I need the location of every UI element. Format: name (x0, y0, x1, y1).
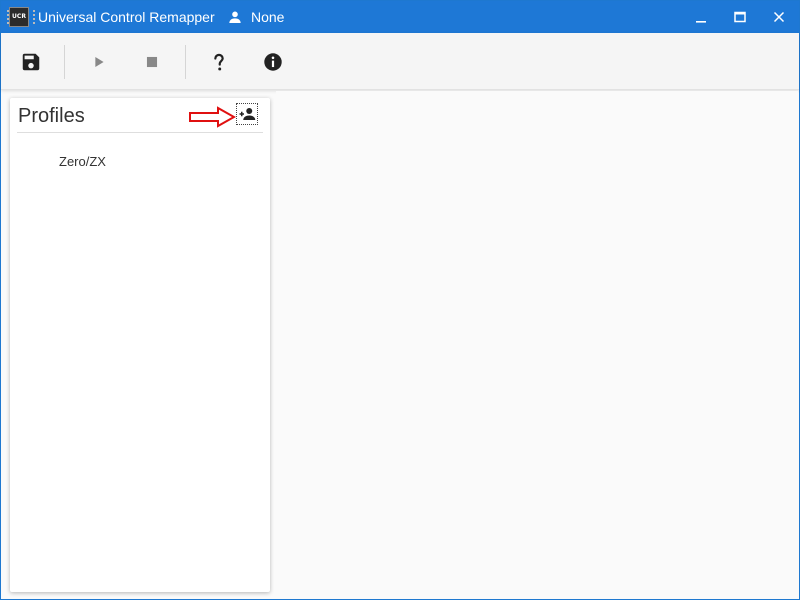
play-icon (95, 56, 104, 68)
play-button[interactable] (79, 43, 119, 81)
help-icon (214, 53, 224, 71)
annotation-arrow-icon (189, 106, 236, 128)
close-button[interactable] (759, 1, 799, 33)
save-button[interactable] (11, 43, 51, 81)
panel-divider (17, 132, 263, 133)
active-profile-indicator: None (227, 7, 284, 27)
maximize-icon (734, 11, 746, 23)
toolbar-separator (64, 45, 65, 79)
save-icon (22, 53, 40, 71)
info-icon (264, 53, 282, 71)
app-window: UCR Universal Control Remapper None Prof… (0, 0, 800, 600)
info-button[interactable] (253, 43, 293, 81)
active-profile-name: None (251, 9, 285, 25)
person-icon (229, 11, 241, 23)
main-content-area (276, 91, 798, 599)
help-button[interactable] (199, 43, 239, 81)
app-logo-text: UCR (12, 13, 26, 20)
profiles-title: Profiles (18, 105, 85, 127)
toolbar-separator (185, 45, 186, 79)
profile-list: Zero/ZX (10, 150, 270, 174)
minimize-button[interactable] (681, 1, 721, 33)
stop-icon (146, 56, 158, 68)
close-icon (773, 11, 785, 23)
minimize-icon (696, 21, 706, 23)
profiles-panel: Profiles Zero/ZX (10, 98, 270, 592)
profile-list-item[interactable]: Zero/ZX (10, 150, 270, 174)
app-logo-icon: UCR (7, 7, 35, 27)
maximize-button[interactable] (720, 1, 760, 33)
window-title: Universal Control Remapper (38, 9, 215, 25)
toolbar (1, 33, 799, 90)
stop-button[interactable] (132, 43, 172, 81)
add-profile-button[interactable] (236, 103, 258, 125)
title-bar[interactable]: UCR Universal Control Remapper None (1, 1, 799, 33)
add-person-icon (239, 108, 256, 120)
